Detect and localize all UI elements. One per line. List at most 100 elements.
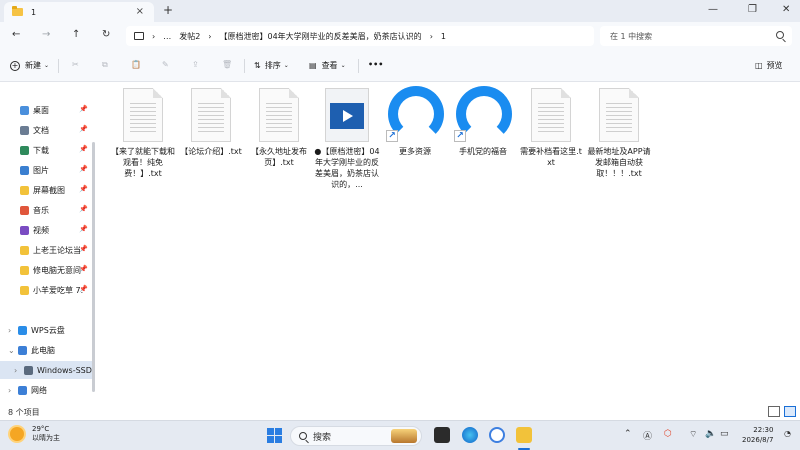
file-item[interactable]: 【永久地址发布页】.txt (246, 88, 312, 168)
pin-icon[interactable]: 📌 (79, 145, 88, 153)
tab-current[interactable]: 1 × (4, 2, 154, 22)
chevron-right-icon[interactable]: › (8, 326, 18, 335)
sidebar-item[interactable]: 视频 📌 (0, 221, 92, 239)
sidebar-item[interactable]: 屏幕截图 📌 (0, 181, 92, 199)
sidebar-item[interactable]: › WPS云盘 (0, 321, 92, 339)
command-bar: + 新建 ⌄ ✂ ⧉ 📋 ✎ ⇪ 🗑 ⇅ 排序 ⌄ ▤ 查看 ⌄ ••• ◫ 预… (0, 50, 800, 82)
text-file-icon (599, 88, 639, 142)
up-button[interactable]: ↑ (72, 29, 80, 40)
breadcrumb-item[interactable]: 【原档泄密】04年大学刚毕业的反差美眉，奶茶店认识的 (220, 31, 422, 42)
sidebar-item[interactable]: › Windows-SSD (0, 361, 92, 379)
sidebar-item[interactable]: ⌄ 此电脑 (0, 341, 92, 359)
sidebar-item-label: 上老王论坛当 (33, 245, 81, 255)
volume-icon[interactable]: 🔈 (705, 429, 716, 439)
details-view-button[interactable] (768, 406, 780, 417)
clock[interactable]: 22:30 2026/8/7 (742, 425, 773, 445)
item-count: 8 个项目 (8, 408, 40, 417)
chevron-right-icon[interactable]: › (14, 366, 24, 375)
pin-icon[interactable]: 📌 (79, 165, 88, 173)
rename-icon[interactable]: ✎ (162, 60, 169, 69)
sidebar-item[interactable]: 音乐 📌 (0, 201, 92, 219)
start-button[interactable] (267, 428, 282, 443)
sidebar-item[interactable]: 上老王论坛当 📌 (0, 241, 92, 259)
close-window-button[interactable]: ✕ (782, 4, 790, 15)
breadcrumb-item[interactable]: 1 (441, 32, 446, 41)
app-icon[interactable] (489, 427, 505, 443)
pin-icon[interactable]: 📌 (79, 245, 88, 253)
tiles-view-button[interactable] (784, 406, 796, 417)
delete-icon[interactable]: 🗑 (222, 60, 232, 69)
file-name: 手机党的福音 (459, 147, 507, 156)
file-item[interactable]: ●【原档泄密】04年大学刚毕业的反差美眉，奶茶店认识的，... (314, 88, 380, 190)
sidebar-item-label: 屏幕截图 (33, 185, 65, 195)
new-button[interactable]: + 新建 ⌄ (10, 60, 49, 71)
taskbar: 29°C 以晴为主 搜索 ⌃ Ⓐ ⬡ ⌔ 🔈 ▭ 22:30 2026/8/7 … (0, 420, 800, 450)
sidebar-item[interactable]: 下载 📌 (0, 141, 92, 159)
breadcrumb-more[interactable]: … (163, 32, 171, 41)
scrollbar[interactable] (92, 142, 95, 392)
chevron-right-icon[interactable]: › (8, 386, 18, 395)
weather-widget[interactable]: 29°C 以晴为主 (10, 425, 60, 443)
pin-icon[interactable]: 📌 (79, 265, 88, 273)
navigation-bar: ← → ↑ ↻ › … 发帖2 › 【原档泄密】04年大学刚毕业的反差美眉，奶茶… (0, 22, 800, 50)
forward-button[interactable]: → (42, 29, 50, 40)
documents-icon (20, 125, 29, 135)
weather-temp: 29°C (32, 425, 50, 433)
file-item[interactable]: 最新地址及APP请发邮箱自动获取！！！.txt (586, 88, 652, 179)
minimize-button[interactable]: — (708, 4, 718, 15)
file-explorer-icon[interactable] (516, 427, 532, 443)
wifi-icon[interactable]: ⌔ (689, 429, 697, 440)
paste-icon[interactable]: 📋 (131, 60, 141, 69)
sidebar-item-label: WPS云盘 (31, 325, 65, 335)
task-view-icon[interactable] (434, 427, 450, 443)
more-options-button[interactable]: ••• (368, 60, 383, 69)
search-input[interactable]: 在 1 中搜索 (600, 26, 792, 46)
refresh-button[interactable]: ↻ (102, 29, 110, 40)
sort-button[interactable]: ⇅ 排序 ⌄ (254, 60, 289, 71)
share-icon[interactable]: ⇪ (192, 60, 199, 69)
edge-browser-icon[interactable] (462, 427, 478, 443)
maximize-button[interactable]: ❐ (748, 4, 757, 15)
chevron-down-icon[interactable]: ⌄ (8, 346, 18, 355)
view-button[interactable]: ▤ 查看 ⌄ (309, 60, 346, 71)
file-item[interactable]: ↗ 手机党的福音 (450, 84, 516, 157)
play-icon (330, 103, 364, 129)
preview-button[interactable]: ◫ 预览 (755, 60, 783, 71)
pin-icon[interactable]: 📌 (79, 205, 88, 213)
sidebar-item-label: 桌面 (33, 105, 49, 115)
sidebar-item[interactable]: › 网络 (0, 381, 92, 399)
shortcut-app-icon: ↗ (386, 84, 444, 142)
new-tab-button[interactable]: + (163, 3, 173, 17)
sort-icon: ⇅ (254, 61, 261, 70)
pin-icon[interactable]: 📌 (79, 285, 88, 293)
wps-tray-icon[interactable]: ⬡ (664, 429, 672, 439)
file-item[interactable]: 【来了就能下载和观看！纯免费！】.txt (110, 88, 176, 179)
sidebar-item[interactable]: 修电脑无意间 📌 (0, 261, 92, 279)
file-item[interactable]: 【论坛介绍】.txt (178, 88, 244, 157)
sidebar-item[interactable]: 文档 📌 (0, 121, 92, 139)
tab-close-button[interactable]: × (136, 6, 144, 17)
back-button[interactable]: ← (12, 29, 20, 40)
file-item[interactable]: ↗ 更多资源 (382, 84, 448, 157)
file-name: 【论坛介绍】.txt (180, 147, 242, 156)
sidebar-item[interactable]: 桌面 📌 (0, 101, 92, 119)
pen-icon[interactable]: Ⓐ (643, 429, 652, 442)
pin-icon[interactable]: 📌 (79, 185, 88, 193)
chevron-up-icon[interactable]: ⌃ (624, 429, 632, 439)
sidebar-item-label: 此电脑 (31, 345, 55, 355)
file-item[interactable]: 需要补档看这里.txt (518, 88, 584, 168)
breadcrumb-item[interactable]: 发帖2 (179, 31, 200, 42)
sidebar-item[interactable]: 小羊爱吃草 7. 📌 (0, 281, 92, 299)
sidebar-item[interactable]: 图片 📌 (0, 161, 92, 179)
cut-icon[interactable]: ✂ (72, 60, 79, 69)
pin-icon[interactable]: 📌 (79, 225, 88, 233)
taskbar-search[interactable]: 搜索 (290, 426, 422, 446)
plus-icon: + (10, 60, 20, 71)
view-label: 查看 (321, 61, 338, 70)
copy-icon[interactable]: ⧉ (102, 60, 108, 70)
notification-icon[interactable]: ◔ (784, 429, 791, 438)
battery-icon[interactable]: ▭ (720, 429, 729, 439)
pin-icon[interactable]: 📌 (79, 125, 88, 133)
pin-icon[interactable]: 📌 (79, 105, 88, 113)
address-bar[interactable]: › … 发帖2 › 【原档泄密】04年大学刚毕业的反差美眉，奶茶店认识的 › 1 (126, 26, 594, 46)
